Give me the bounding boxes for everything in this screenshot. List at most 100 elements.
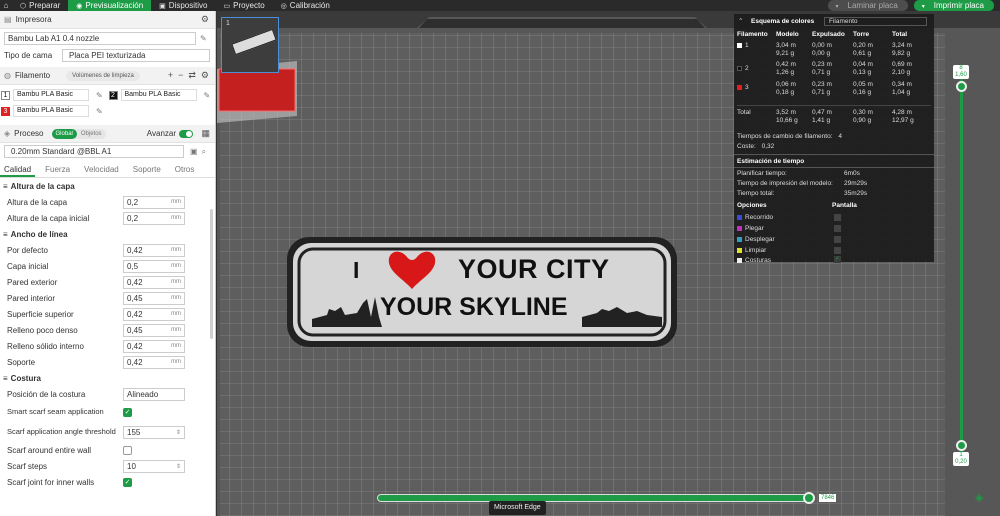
3d-preview-viewport[interactable]: I YOUR CITY YOUR SKYLINE 1 ⌃ Esquema de … [217,11,1000,516]
scarf-threshold-input[interactable]: 155 ⇕ [123,425,185,439]
save-icon[interactable]: ▣ [190,147,198,156]
width-support-input[interactable]: 0,42 mm [123,355,185,369]
cell-value: 1,04 g [892,89,911,96]
layer-slider[interactable]: 8 1,60 1 0,20 [953,65,969,467]
settings-scrollbar[interactable] [210,209,213,339]
home-icon[interactable]: ⌂ [0,0,12,11]
first-layer-input[interactable]: 0,2 mm [123,211,185,225]
width-inner-input[interactable]: 0,45 mm [123,291,185,305]
cell-value: 3,24 m [892,42,912,49]
tab-previsualizacion[interactable]: ◉ Previsualización [68,0,152,11]
tab-dispositivo[interactable]: ▣ Dispositivo [151,0,215,11]
param-value: 0,2 [127,213,139,223]
section-title: Filamento [14,71,51,80]
move-slider[interactable]: 7846 [377,492,837,504]
global-objects-toggle[interactable]: Global Objetos [51,128,106,139]
tab-proyecto[interactable]: ▭ Proyecto [215,0,272,11]
slice-plate-button[interactable]: ▾ Laminar placa [827,0,908,11]
tab-calidad[interactable]: Calidad [0,162,36,177]
print-plate-button[interactable]: ▾ Imprimir placa [913,0,994,11]
bottom-layer-handle[interactable] [956,440,967,451]
width-top-input[interactable]: 0,42 mm [123,307,185,321]
line-width-icon: ≡ [3,229,8,239]
scarf-around-checkbox[interactable] [123,445,132,455]
total-label: Total [737,109,751,116]
layers-icon[interactable]: ◈ [975,491,983,504]
param-smart-scarf: Smart scarf seam application ✓ [0,402,215,422]
option-checkbox[interactable]: ✓ [834,256,841,263]
add-icon[interactable]: + [168,70,173,81]
cell-value: 0,06 m [776,81,796,88]
tab-calibracion[interactable]: ◎ Calibración [273,0,338,11]
cell-value: 0,30 m [853,109,873,116]
filament-id: 1 [745,42,749,49]
edit-icon[interactable]: ✎ [204,91,211,100]
gear-icon[interactable]: ⚙ [201,14,209,25]
param-width-support: Soporte 0,42 mm [0,354,215,370]
search-icon[interactable]: ⌕ [202,147,206,157]
edit-icon[interactable]: ✎ [96,91,103,100]
flushing-volumes-button[interactable]: Volúmenes de limpieza [66,70,140,81]
toggle-global[interactable]: Global [51,128,77,139]
filament-slot-2[interactable]: 2 Bambu PLA Basic ✎ [108,89,216,101]
bed-type-value: Placa PEI texturizada [69,50,146,60]
tab-fuerza[interactable]: Fuerza [41,162,74,177]
plate-tab [419,19,705,28]
edit-icon[interactable]: ✎ [96,107,103,116]
filament-slot-1[interactable]: 1 Bambu PLA Basic ✎ [0,89,108,101]
unit-label: mm [171,279,181,285]
cell: 0,20 m 0,61 g [853,42,873,58]
width-initial-input[interactable]: 0,5 mm [123,259,185,273]
edit-icon[interactable]: ✎ [200,34,207,43]
model-time-label: Tiempo de impresión del modelo: [737,180,833,187]
width-default-input[interactable]: 0,42 mm [123,243,185,257]
width-outer-input[interactable]: 0,42 mm [123,275,185,289]
param-scarf-steps: Scarf steps 10 ⇕ [0,458,215,474]
filament-select[interactable]: Bambu PLA Basic [13,89,89,101]
color-scheme-select[interactable]: Filamento [824,17,927,26]
process-profile-select[interactable]: 0.20mm Standard @BBL A1 [4,145,184,158]
tab-otros[interactable]: Otros [171,162,199,177]
cell-value: 0,04 m [853,61,873,68]
bed-type-select[interactable]: Placa PEI texturizada [62,48,210,62]
width-solid-input[interactable]: 0,42 mm [123,339,185,353]
stepper-icon[interactable]: ⇕ [176,463,181,470]
filament-select[interactable]: Bambu PLA Basic [13,105,89,117]
stepper-icon[interactable]: ⇕ [176,429,181,436]
scarf-inner-checkbox[interactable]: ✓ [123,477,132,487]
cell-value: 0,71 g [812,69,831,76]
compare-icon[interactable]: ▦ [201,128,210,139]
options-header: Opciones [737,202,767,209]
seam-position-select[interactable]: Alineado [123,387,185,401]
remove-icon[interactable]: − [178,70,183,81]
printer-select[interactable]: Bambu Lab A1 0.4 nozzle [4,32,196,45]
cell-value: 0,00 m [812,42,832,49]
sync-icon[interactable]: ⇄ [188,70,196,81]
toggle-objects[interactable]: Objetos [77,129,106,139]
move-slider-handle[interactable] [803,492,815,504]
top-layer-handle[interactable] [956,81,967,92]
option-checkbox[interactable] [834,247,841,254]
collapse-icon[interactable]: ⌃ [738,17,743,25]
tab-preparar[interactable]: ⬡ Preparar [12,0,68,11]
option-checkbox[interactable] [834,225,841,232]
cell-value: 12,97 g [892,117,914,124]
filament-slot-3[interactable]: 3 Bambu PLA Basic ✎ [0,105,108,117]
total-time-value: 35m29s [844,190,868,197]
param-label: Scarf application angle threshold [7,427,116,436]
advanced-switch[interactable] [179,129,193,138]
gear-icon[interactable]: ⚙ [201,70,209,81]
param-value: 10 [127,461,136,471]
section-title: Impresora [15,15,52,24]
option-checkbox[interactable] [834,236,841,243]
width-sparse-input[interactable]: 0,45 mm [123,323,185,337]
group-seam: ≡ Costura [0,370,215,386]
filament-select[interactable]: Bambu PLA Basic [120,89,197,101]
layer-height-input[interactable]: 0,2 mm [123,195,185,209]
option-checkbox[interactable] [834,214,841,221]
tab-velocidad[interactable]: Velocidad [80,162,123,177]
tab-soporte[interactable]: Soporte [129,162,165,177]
plate-thumbnail[interactable]: 1 [221,17,279,73]
smart-scarf-checkbox[interactable]: ✓ [123,407,132,417]
scarf-steps-input[interactable]: 10 ⇕ [123,459,185,473]
